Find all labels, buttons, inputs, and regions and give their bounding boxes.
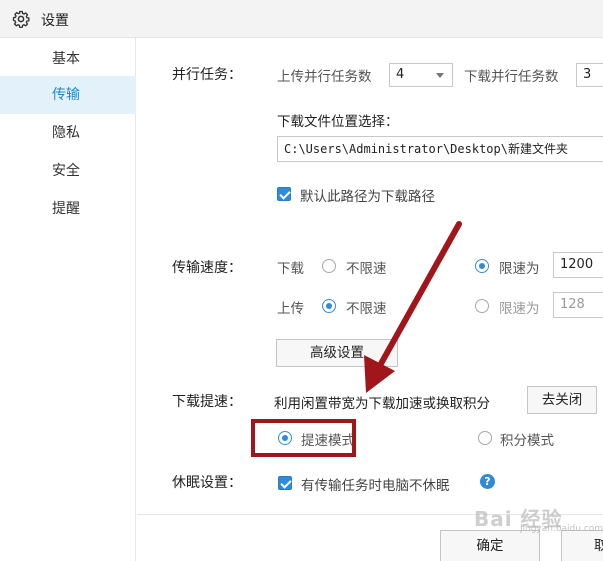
default-path-checkbox[interactable] (277, 187, 291, 201)
download-limit-radio[interactable] (475, 259, 489, 273)
transfer-speed-label: 传输速度： (172, 260, 242, 276)
download-unlimited-radio[interactable] (322, 259, 336, 273)
download-limit-input[interactable]: 1200 (553, 252, 603, 278)
upload-limit-label: 限速为 (499, 301, 540, 317)
download-speed-label: 下载 (277, 261, 304, 277)
download-unlimited-label: 不限速 (346, 261, 387, 277)
upload-parallel-value: 4 (396, 67, 405, 82)
boost-description: 利用闲置带宽为下载加速或换取积分 (274, 396, 490, 412)
upload-parallel-select[interactable]: 4 (389, 63, 453, 87)
advanced-settings-button[interactable]: 高级设置 (276, 339, 398, 367)
window-title: 设置 (41, 13, 69, 29)
upload-unlimited-radio[interactable] (322, 299, 336, 313)
annotation-highlight-box (251, 419, 356, 457)
download-path-field[interactable]: C:\Users\Administrator\Desktop\新建文件夹 (277, 136, 603, 162)
download-location-label: 下载文件位置选择： (277, 114, 399, 130)
points-mode-radio[interactable] (478, 431, 492, 445)
no-sleep-label: 有传输任务时电脑不休眠 (301, 478, 450, 494)
download-boost-label: 下载提速： (172, 394, 242, 410)
question-icon[interactable]: ? (480, 474, 495, 489)
upload-speed-label: 上传 (277, 301, 304, 317)
no-sleep-checkbox[interactable] (278, 476, 292, 490)
sidebar-item-privacy[interactable]: 隐私 (0, 114, 136, 152)
download-parallel-label: 下载并行任务数 (464, 69, 559, 85)
upload-limit-radio[interactable] (475, 299, 489, 313)
sidebar-item-basic[interactable]: 基本 (0, 40, 136, 78)
title-bar: 设置 (0, 0, 603, 38)
sidebar-item-transfer[interactable]: 传输 (0, 76, 136, 114)
confirm-button[interactable]: 确定 (440, 530, 540, 561)
download-limit-label: 限速为 (499, 261, 540, 277)
upload-limit-input[interactable]: 128 (553, 292, 603, 318)
points-mode-label: 积分模式 (500, 433, 554, 449)
watermark-sub: jingyan.baidu.com (520, 524, 603, 534)
upload-parallel-label: 上传并行任务数 (277, 69, 372, 85)
sidebar-item-security[interactable]: 安全 (0, 152, 136, 190)
sidebar: 基本 传输 隐私 安全 提醒 (0, 38, 136, 561)
default-path-label: 默认此路径为下载路径 (300, 189, 435, 205)
upload-unlimited-label: 不限速 (346, 301, 387, 317)
sleep-settings-label: 休眠设置： (172, 475, 242, 491)
download-parallel-select[interactable]: 3 (576, 63, 603, 87)
download-parallel-value: 3 (583, 67, 592, 82)
sidebar-item-reminder[interactable]: 提醒 (0, 190, 136, 228)
gear-icon (12, 10, 30, 28)
chevron-down-icon (436, 73, 444, 78)
parallel-tasks-label: 并行任务： (172, 67, 242, 83)
boost-close-button[interactable]: 去关闭 (527, 386, 597, 414)
cancel-button[interactable]: 取 (561, 530, 603, 561)
